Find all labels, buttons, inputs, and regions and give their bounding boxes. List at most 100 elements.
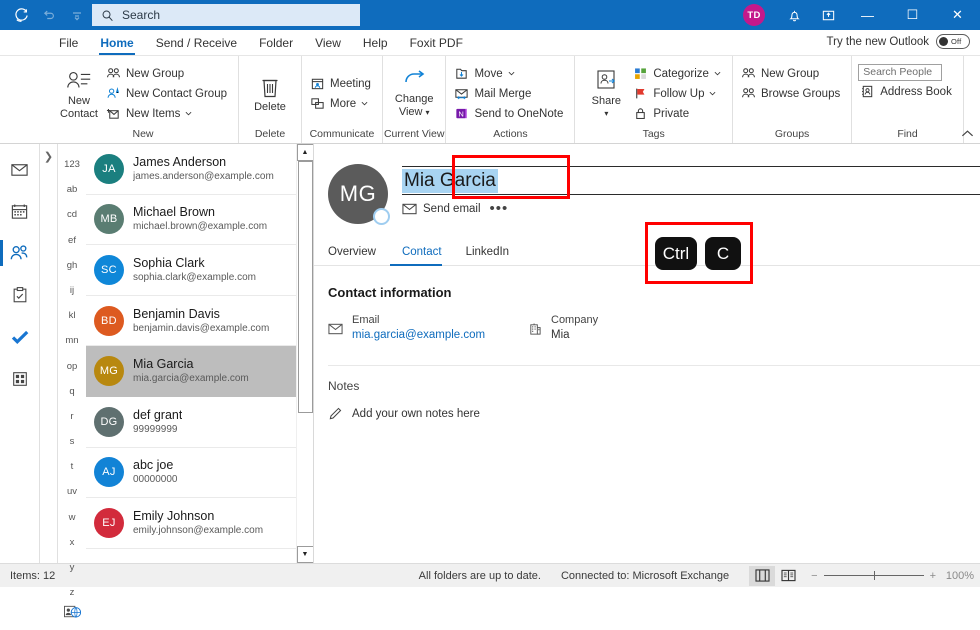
new-contact-group-button[interactable]: New Contact Group bbox=[104, 84, 232, 103]
outlook-window: Search TD — ☐ ✕ File Home Send / Receive… bbox=[0, 0, 980, 618]
tab-linkedin[interactable]: LinkedIn bbox=[454, 246, 521, 265]
alpha-index-item[interactable]: y bbox=[70, 555, 75, 580]
add-notes-button[interactable]: Add your own notes here bbox=[328, 406, 980, 421]
tab-overview[interactable]: Overview bbox=[328, 246, 390, 265]
menu-tab-help[interactable]: Help bbox=[352, 31, 399, 55]
new-contact-button[interactable]: New Contact bbox=[54, 67, 104, 121]
normal-view-button[interactable] bbox=[749, 565, 776, 586]
new-items-button[interactable]: New Items bbox=[104, 104, 232, 123]
maximize-button[interactable]: ☐ bbox=[890, 0, 935, 30]
scrollbar-thumb[interactable] bbox=[297, 161, 313, 413]
zoom-in-button[interactable]: + bbox=[930, 570, 936, 582]
alpha-index-item[interactable]: s bbox=[70, 429, 75, 454]
try-new-outlook[interactable]: Try the new Outlook Off bbox=[827, 34, 970, 49]
alpha-index-item[interactable]: z bbox=[70, 580, 75, 605]
alpha-index-item[interactable]: op bbox=[67, 354, 78, 379]
alpha-index-item[interactable]: r bbox=[70, 404, 73, 429]
list-item[interactable]: SC Sophia Clark sophia.clark@example.com bbox=[86, 245, 296, 296]
mail-merge-button[interactable]: Mail Merge bbox=[452, 84, 568, 103]
menu-tab-folder[interactable]: Folder bbox=[248, 31, 304, 55]
contacts-source-icon[interactable] bbox=[63, 605, 81, 630]
alpha-index-item[interactable]: cd bbox=[67, 202, 77, 227]
alpha-index-item[interactable]: ab bbox=[67, 177, 78, 202]
list-item[interactable]: MB Michael Brown michael.brown@example.c… bbox=[86, 195, 296, 246]
account-avatar[interactable]: TD bbox=[743, 4, 765, 26]
alpha-index-item[interactable]: kl bbox=[69, 303, 76, 328]
share-contact-button[interactable]: Share ▾ bbox=[581, 67, 631, 121]
chevron-down-icon bbox=[714, 70, 721, 77]
try-new-outlook-toggle[interactable]: Off bbox=[936, 34, 970, 49]
menu-tab-view[interactable]: View bbox=[304, 31, 352, 55]
restore-app-icon[interactable] bbox=[811, 0, 845, 30]
contact-list-scrollbar[interactable]: ▲ ▼ bbox=[296, 144, 313, 563]
list-item[interactable]: JA James Anderson james.anderson@example… bbox=[86, 144, 296, 195]
delete-button[interactable]: Delete bbox=[245, 73, 295, 114]
alpha-index-item[interactable]: mn bbox=[65, 328, 78, 353]
sidebar-item-mail[interactable] bbox=[0, 148, 40, 190]
undo-icon[interactable] bbox=[36, 3, 62, 27]
list-item-selected[interactable]: MG Mia Garcia mia.garcia@example.com bbox=[86, 346, 296, 397]
refresh-icon[interactable] bbox=[8, 3, 34, 27]
scroll-down-button[interactable]: ▼ bbox=[296, 546, 313, 563]
list-item[interactable]: AJ abc joe 00000000 bbox=[86, 448, 296, 499]
sidebar-item-todo[interactable] bbox=[0, 316, 40, 358]
tab-contact[interactable]: Contact bbox=[389, 246, 454, 266]
new-group-button[interactable]: New Group bbox=[104, 64, 232, 83]
menu-tab-send-receive[interactable]: Send / Receive bbox=[145, 31, 248, 55]
send-email-button[interactable]: Send email bbox=[402, 203, 481, 215]
search-people-input[interactable]: Search People bbox=[858, 64, 943, 81]
meeting-button[interactable]: Meeting bbox=[308, 74, 376, 93]
menu-tab-file[interactable]: File bbox=[48, 31, 89, 55]
menu-tab-foxit-pdf[interactable]: Foxit PDF bbox=[399, 31, 474, 55]
sidebar-item-tasks[interactable] bbox=[0, 274, 40, 316]
sidebar-item-apps[interactable] bbox=[0, 358, 40, 400]
ribbon-group-groups-label: Groups bbox=[774, 128, 810, 140]
send-to-onenote-button[interactable]: N Send to OneNote bbox=[452, 104, 568, 123]
zoom-out-button[interactable]: − bbox=[811, 570, 817, 582]
move-button[interactable]: Move bbox=[452, 64, 568, 83]
page-title[interactable]: Mia Garcia bbox=[402, 169, 498, 193]
list-item[interactable]: BD Benjamin Davis benjamin.davis@example… bbox=[86, 296, 296, 347]
contact-detail: emily.johnson@example.com bbox=[133, 524, 264, 536]
alpha-index-item[interactable]: x bbox=[70, 530, 75, 555]
more-actions-icon[interactable]: ••• bbox=[490, 201, 509, 216]
alpha-index-item[interactable]: uv bbox=[67, 479, 77, 504]
alpha-index-item[interactable]: ij bbox=[70, 278, 74, 303]
browse-groups-button[interactable]: Browse Groups bbox=[739, 84, 845, 103]
address-book-button[interactable]: Address Book bbox=[858, 82, 957, 101]
alpha-index-item[interactable]: q bbox=[69, 379, 74, 404]
zoom-slider-handle[interactable] bbox=[873, 571, 875, 580]
scroll-up-button[interactable]: ▲ bbox=[296, 144, 313, 161]
scrollbar-track[interactable] bbox=[297, 161, 314, 546]
more-communicate-button[interactable]: More bbox=[308, 94, 376, 113]
contact-name: def grant bbox=[133, 407, 183, 422]
follow-up-button[interactable]: Follow Up bbox=[631, 84, 726, 103]
customize-qat-icon[interactable] bbox=[64, 3, 90, 27]
private-button[interactable]: Private bbox=[631, 104, 726, 123]
list-item[interactable]: DG def grant 99999999 bbox=[86, 397, 296, 448]
categorize-button[interactable]: Categorize bbox=[631, 64, 726, 83]
search-input[interactable]: Search bbox=[92, 4, 360, 26]
zoom-slider[interactable] bbox=[823, 571, 924, 580]
alpha-index-item[interactable]: ef bbox=[68, 228, 76, 253]
reading-view-button[interactable] bbox=[775, 566, 801, 586]
alpha-index-item[interactable]: 123 bbox=[64, 152, 80, 177]
sidebar-item-people[interactable] bbox=[0, 232, 40, 274]
alpha-index-item[interactable]: t bbox=[71, 454, 74, 479]
minimize-button[interactable]: — bbox=[845, 0, 890, 30]
collapse-ribbon-button[interactable] bbox=[961, 129, 974, 141]
key-c: C bbox=[705, 237, 741, 270]
menu-tab-home[interactable]: Home bbox=[89, 31, 144, 55]
zoom-control[interactable]: − + 100% bbox=[811, 570, 974, 582]
menu-bar: File Home Send / Receive Folder View Hel… bbox=[0, 30, 980, 56]
email-value[interactable]: mia.garcia@example.com bbox=[352, 327, 485, 343]
change-view-button[interactable]: Change View ▾ bbox=[389, 67, 440, 120]
bell-icon[interactable] bbox=[777, 0, 811, 30]
list-item[interactable]: EJ Emily Johnson emily.johnson@example.c… bbox=[86, 498, 296, 549]
expand-folder-pane-button[interactable]: ❯ bbox=[44, 150, 53, 563]
close-button[interactable]: ✕ bbox=[935, 0, 980, 30]
alpha-index-item[interactable]: gh bbox=[67, 253, 78, 278]
alpha-index-item[interactable]: w bbox=[69, 505, 76, 530]
groups-new-group-button[interactable]: New Group bbox=[739, 64, 845, 83]
sidebar-item-calendar[interactable] bbox=[0, 190, 40, 232]
